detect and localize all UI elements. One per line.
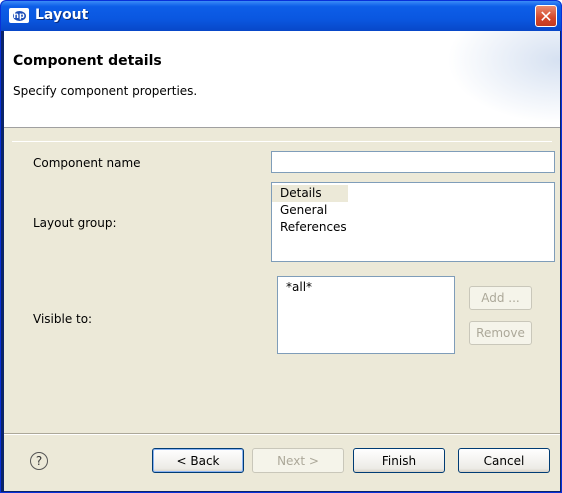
layout-group-list-item[interactable]: Details xyxy=(272,185,348,202)
component-name-label: Component name xyxy=(33,156,141,170)
footer-separator xyxy=(4,433,560,435)
component-name-input[interactable] xyxy=(271,151,555,173)
cancel-button[interactable]: Cancel xyxy=(458,448,550,473)
add-button[interactable]: Add ... xyxy=(469,286,532,310)
page-subtitle: Specify component properties. xyxy=(13,84,198,98)
next-button[interactable]: Next > xyxy=(252,448,344,473)
component-form: Component name Layout group: Details Gene… xyxy=(12,141,555,426)
help-icon[interactable]: ? xyxy=(30,452,48,470)
banner-graphic xyxy=(400,31,560,127)
layout-group-label: Layout group: xyxy=(33,216,117,230)
close-icon: ✕ xyxy=(539,6,553,26)
visible-to-list[interactable]: *all* xyxy=(277,276,455,354)
layout-group-list-item[interactable]: General xyxy=(272,202,554,219)
window-title: Layout xyxy=(35,7,89,23)
app-logo-icon: hp xyxy=(9,8,29,23)
remove-button[interactable]: Remove xyxy=(469,321,532,345)
visible-to-label: Visible to: xyxy=(33,312,93,326)
dialog-window: hp Layout ✕ Component details Specify co… xyxy=(0,0,562,493)
page-title: Component details xyxy=(13,53,162,69)
layout-group-list[interactable]: Details General References xyxy=(271,182,555,262)
visible-to-list-item[interactable]: *all* xyxy=(278,279,454,296)
back-button[interactable]: < Back xyxy=(152,448,244,473)
wizard-banner: Component details Specify component prop… xyxy=(4,31,560,128)
finish-button[interactable]: Finish xyxy=(353,448,445,473)
layout-group-list-item[interactable]: References xyxy=(272,219,554,236)
close-button[interactable]: ✕ xyxy=(535,5,557,27)
dialog-body: Component details Specify component prop… xyxy=(4,31,560,491)
title-bar[interactable]: hp Layout ✕ xyxy=(1,1,561,31)
